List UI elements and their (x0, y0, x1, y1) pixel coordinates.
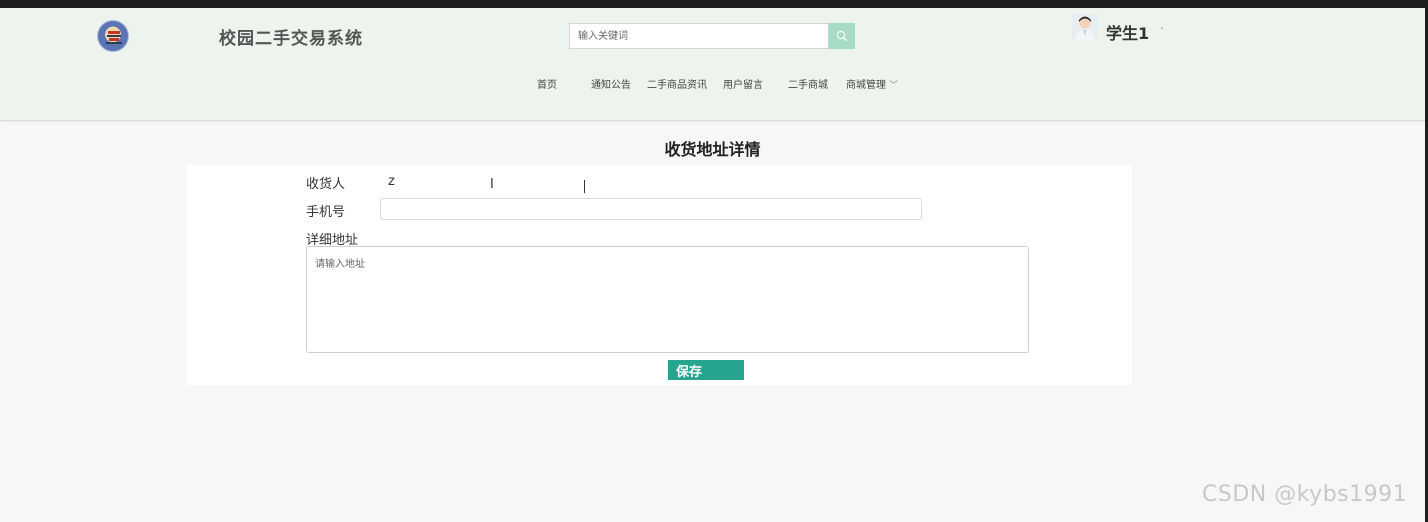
main-nav: 首页 通知公告 二手商品资讯 用户留言 二手商城 商城管理 ﹀ (0, 76, 1425, 92)
user-avatar[interactable] (1072, 14, 1098, 40)
save-button[interactable]: 保存 (668, 360, 744, 380)
text-cursor (584, 180, 585, 193)
nav-item-notices[interactable]: 通知公告 (591, 76, 631, 91)
search-button[interactable] (829, 23, 855, 49)
nav-item-mall-management-label: 商城管理 (846, 80, 886, 91)
address-textarea[interactable] (306, 246, 1029, 353)
search-icon (836, 30, 848, 42)
site-header: 校园二手交易系统 学生1 · 首页 通知公告 二手商品资讯 用户留言 二手商城 … (0, 8, 1425, 121)
phone-label: 手机号 (306, 205, 346, 220)
phone-input[interactable] (380, 198, 922, 220)
search-bar (569, 23, 855, 49)
ibeam-cursor-icon: I (490, 177, 494, 192)
nav-item-mall-management[interactable]: 商城管理 ﹀ (846, 76, 898, 91)
nav-item-messages[interactable]: 用户留言 (723, 76, 763, 91)
address-form: 收货人 z I 手机号 详细地址 保存 (186, 165, 1132, 385)
nav-item-mall[interactable]: 二手商城 (788, 76, 828, 91)
nav-item-goods-news[interactable]: 二手商品资讯 (647, 76, 707, 91)
username[interactable]: 学生1 (1106, 20, 1149, 44)
page-title: 收货地址详情 (664, 140, 761, 159)
user-menu-caret-icon[interactable]: · (1160, 22, 1164, 35)
temple-logo-icon[interactable] (97, 20, 129, 52)
watermark: CSDN @kybs1991 (1202, 482, 1408, 507)
window-top-bar (0, 0, 1428, 8)
nav-item-home[interactable]: 首页 (537, 76, 557, 91)
site-title[interactable]: 校园二手交易系统 (219, 24, 363, 49)
receiver-label: 收货人 (306, 177, 346, 192)
chevron-down-icon: ﹀ (889, 81, 899, 91)
search-input[interactable] (569, 23, 829, 49)
receiver-input[interactable]: z (388, 174, 395, 189)
